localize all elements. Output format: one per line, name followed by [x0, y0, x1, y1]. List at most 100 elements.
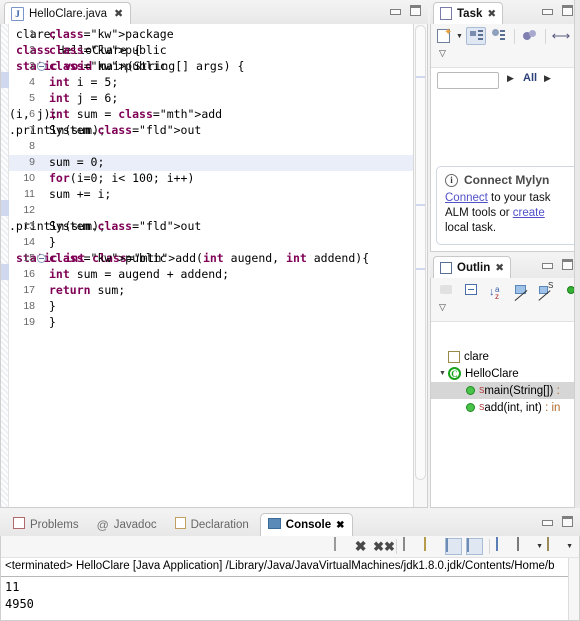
filter-prev-button[interactable]: ▶ [507, 73, 514, 84]
open-console-icon[interactable] [547, 537, 564, 555]
code-text: sum += i; [49, 187, 112, 201]
hide-fields-icon[interactable] [512, 281, 532, 302]
code-line[interactable]: 8 [9, 139, 413, 155]
code-line[interactable]: 16 int sum = augend + addend; [9, 267, 413, 283]
close-icon[interactable]: ✖ [495, 262, 504, 274]
categorized-tree-icon[interactable] [465, 27, 486, 45]
code-line[interactable]: 9 sum = 0; [9, 155, 413, 171]
close-console-icon[interactable] [466, 538, 484, 555]
minimize-icon[interactable] [541, 4, 554, 17]
display-console-icon[interactable] [517, 537, 534, 555]
code-line[interactable]: 19} [9, 315, 413, 331]
editor-tab-helloclare[interactable]: J HelloClare.java ✖ [4, 2, 132, 24]
code-line[interactable]: 1 class="kw">package clare; [9, 27, 413, 43]
code-line[interactable]: 18} [9, 299, 413, 315]
console-process-header: <terminated> HelloClare [Java Applicatio… [1, 558, 579, 577]
code-line[interactable]: 14} [9, 235, 413, 251]
code-line[interactable]: 6 int sum = class="mth">add (i, j); [9, 107, 413, 123]
close-icon[interactable]: ✖ [487, 8, 496, 20]
code-line[interactable]: 7 System.class="fld">out .println(sum); [9, 123, 413, 139]
maximize-icon[interactable] [561, 258, 574, 271]
tree-twisty[interactable]: ▼ [437, 370, 448, 377]
scrollbar-thumb[interactable] [415, 25, 426, 480]
lock-icon[interactable] [424, 537, 441, 555]
bottom-tab-javadoc[interactable]: @ Javadoc [90, 513, 164, 536]
outline-view-panel: ↓ a z S ▽ clare ▼ C HelloClare S main(St… [430, 278, 580, 508]
code-line[interactable]: 3class="kw">public static void main(Stri… [9, 59, 413, 75]
outline-tree-item[interactable]: Sadd(int, int) : in [431, 399, 579, 416]
editor-vertical-scrollbar[interactable] [413, 24, 427, 507]
console-scrollbar[interactable] [568, 558, 579, 620]
focus-icon[interactable] [437, 281, 457, 299]
view-menu-button[interactable]: ▽ [439, 48, 446, 59]
scheduled-tree-icon[interactable] [489, 27, 509, 45]
view-tab-outline[interactable]: Outlin ✖ [433, 256, 512, 278]
maximize-icon[interactable] [561, 515, 574, 528]
pin-console-icon[interactable] [496, 537, 513, 555]
view-menu-button[interactable]: ▽ [439, 302, 446, 313]
minimize-icon[interactable] [389, 4, 402, 17]
bottom-tab-label: Javadoc [113, 518, 157, 531]
bottom-tab-console[interactable]: Console ✖ [259, 513, 353, 536]
arrow-icon[interactable]: ⟷ [551, 27, 571, 45]
outline-tree-item[interactable]: ▼ C HelloClare [431, 365, 579, 382]
code-line[interactable]: 5 int j = 6; [9, 91, 413, 107]
code-line[interactable]: 10 for(i=0; i< 100; i++) [9, 171, 413, 187]
maximize-icon[interactable] [409, 4, 422, 17]
outline-tree-item[interactable]: Smain(String[]) : [431, 382, 579, 399]
task-toolbar: ✦ ▼ ⟷ ▽ [431, 24, 579, 68]
chevron-down-icon[interactable]: ▼ [536, 543, 543, 550]
outline-tree[interactable]: clare ▼ C HelloClare Smain(String[]) : Sadd(i… [431, 348, 579, 507]
code-lines[interactable]: 1 class="kw">package clare; 2 class="kw">pu… [9, 27, 413, 507]
create-link[interactable]: create [513, 207, 545, 219]
chevron-down-icon[interactable]: ▼ [566, 543, 573, 550]
task-tab-label: Task [457, 7, 483, 20]
new-task-icon[interactable]: ✦ [435, 27, 455, 45]
line-number: 13 [23, 220, 35, 232]
outline-tree-item[interactable]: clare [431, 348, 579, 365]
view-tab-task[interactable]: Task ✖ [433, 2, 504, 24]
connect-link[interactable]: Connect [445, 192, 488, 204]
mylyn-body: Connect to your task ALM tools or create… [445, 191, 578, 236]
code-line[interactable]: 11 sum += i; [9, 187, 413, 203]
minimize-icon[interactable] [541, 258, 554, 271]
fold-toggle-icon[interactable] [37, 62, 46, 71]
clear-console-icon[interactable] [403, 537, 420, 555]
close-icon[interactable]: ✖ [114, 7, 123, 20]
line-number: 6 [29, 108, 35, 120]
annotation-gutter[interactable] [1, 24, 9, 507]
code-line[interactable]: 4 int i = 5; [9, 75, 413, 91]
chevron-down-icon[interactable]: ▼ [456, 33, 463, 40]
package-icon [448, 350, 460, 363]
xx-icon[interactable]: ✖✖ [373, 538, 395, 555]
line-number: 18 [23, 300, 35, 312]
filter-next-button[interactable]: ▶ [544, 73, 551, 84]
code-line[interactable]: 12 [9, 203, 413, 219]
synchronize-icon[interactable] [520, 27, 540, 45]
code-line[interactable]: 13 System.class="fld">out .println(sum); [9, 219, 413, 235]
console-body: ✖ ✖✖ ▼ ▼ <terminated> HelloClare [Java A… [0, 536, 580, 621]
code-line[interactable]: 15class="kw">public static int class="mt… [9, 251, 413, 267]
code-line[interactable]: 17 return sum; [9, 283, 413, 299]
x-icon[interactable]: ✖ [352, 538, 369, 555]
close-icon[interactable]: ✖ [336, 520, 344, 531]
stop-square-icon[interactable] [331, 537, 348, 555]
bottom-tab-problems[interactable]: Problems [6, 513, 86, 536]
sort-az-icon[interactable]: ↓ a z [487, 281, 507, 301]
fold-toggle-icon[interactable] [37, 254, 46, 263]
collapse-all-icon[interactable] [462, 281, 482, 299]
filter-all-label[interactable]: All [523, 72, 537, 84]
bottom-tab-declaration[interactable]: Declaration [168, 513, 256, 536]
console-output[interactable]: 11 4950 [5, 579, 567, 620]
search-input[interactable] [437, 72, 499, 89]
line-number: 7 [29, 124, 35, 136]
ruler-mark [416, 76, 425, 78]
code-line[interactable]: 2 class="kw">public class HelloClare { [9, 43, 413, 59]
mylyn-line3: local task. [445, 222, 497, 234]
show-console-icon[interactable] [445, 538, 463, 555]
code-viewport[interactable]: 1 class="kw">package clare; 2 class="kw">pu… [1, 24, 413, 507]
code-text: int i = 5; [49, 75, 119, 89]
minimize-icon[interactable] [541, 515, 554, 528]
hide-static-icon[interactable]: S [537, 281, 557, 301]
maximize-icon[interactable] [561, 4, 574, 17]
